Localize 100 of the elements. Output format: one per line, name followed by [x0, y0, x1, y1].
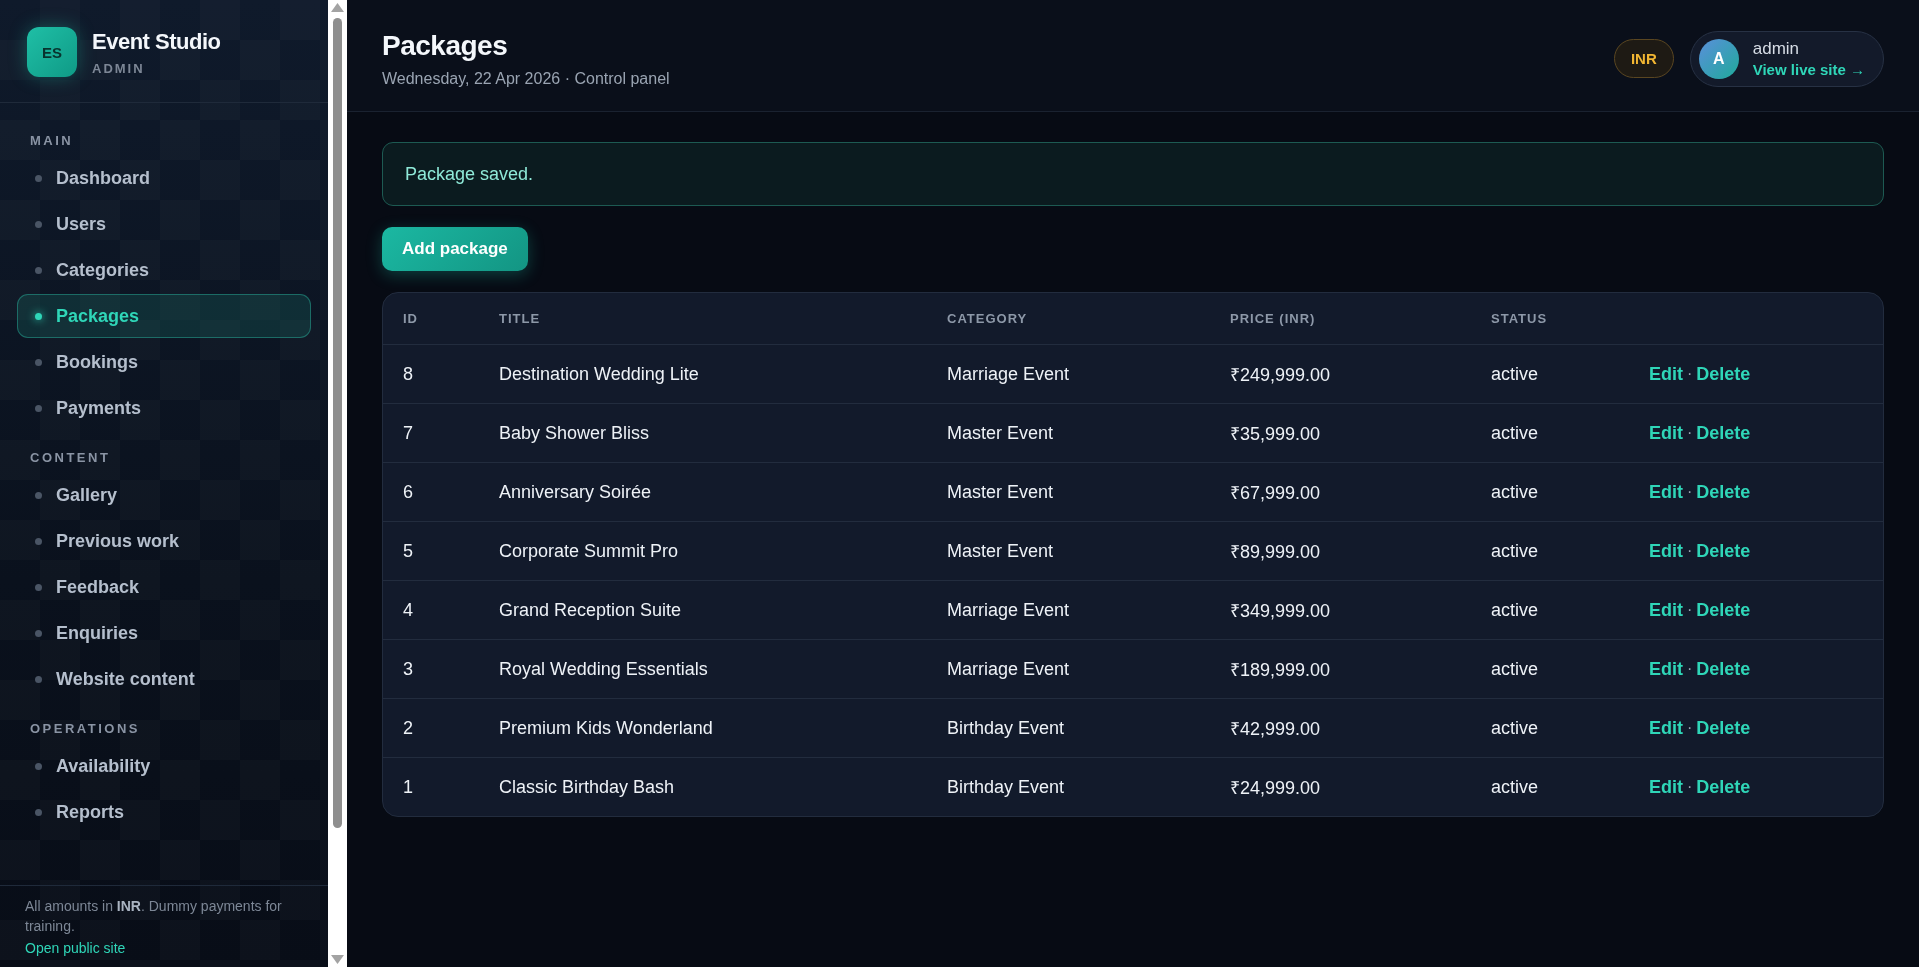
delete-link[interactable]: Delete	[1696, 481, 1751, 503]
table-cell: 2	[383, 699, 479, 758]
nav-item[interactable]: Dashboard	[17, 156, 311, 200]
scroll-down-icon[interactable]	[331, 955, 344, 964]
table-cell: Master Event	[927, 463, 1210, 522]
column-header: CATEGORY	[927, 293, 1210, 345]
nav-item[interactable]: Users	[17, 202, 311, 246]
table-cell: Anniversary Soirée	[479, 463, 927, 522]
delete-link[interactable]: Delete	[1696, 717, 1751, 739]
delete-link[interactable]: Delete	[1696, 776, 1751, 798]
page-title: Packages	[382, 29, 509, 62]
table-cell-text: ₹24,999.00	[1229, 777, 1322, 800]
section-heading: MAIN	[29, 132, 75, 150]
bullet-icon	[35, 358, 42, 366]
section-heading: OPERATIONS	[29, 720, 141, 738]
brand-name: Event Studio	[92, 28, 221, 55]
edit-link[interactable]: Edit	[1649, 422, 1683, 444]
role-label: ADMIN	[92, 60, 146, 76]
bullet-icon	[35, 583, 42, 591]
table-cell: active	[1471, 463, 1637, 522]
table-cell: Royal Wedding Essentials	[479, 640, 927, 699]
nav-item[interactable]: Categories	[17, 248, 311, 292]
table-cell: 4	[383, 581, 479, 640]
scroll-thumb[interactable]	[333, 18, 342, 828]
logo-badge: ES	[27, 27, 77, 77]
success-alert: Package saved.	[382, 142, 1884, 206]
table-cell: Marriage Event	[927, 640, 1210, 699]
avatar: A	[1698, 38, 1739, 79]
table-cell: Master Event	[927, 522, 1210, 581]
page-subtitle: Wednesday, 22 Apr 2026 · Control panel	[382, 69, 670, 88]
column-header: STATUS	[1471, 293, 1637, 345]
separator: ·	[1687, 660, 1693, 678]
table-cell-text: Classic Birthday Bash	[498, 775, 676, 799]
table-cell: 7	[383, 404, 479, 463]
column-header: ID	[383, 293, 479, 345]
bullet-icon	[35, 808, 42, 816]
delete-link[interactable]: Delete	[1696, 658, 1751, 680]
delete-link[interactable]: Delete	[1696, 540, 1751, 562]
separator: ·	[1687, 601, 1693, 619]
table-cell-text: active	[1490, 775, 1540, 799]
edit-link[interactable]: Edit	[1649, 776, 1683, 798]
scroll-up-icon[interactable]	[331, 3, 344, 12]
nav-item[interactable]: Packages	[17, 294, 311, 338]
nav-item[interactable]: Availability	[17, 744, 311, 788]
nav-item[interactable]: Bookings	[17, 340, 311, 384]
separator: ·	[1687, 542, 1693, 560]
edit-link[interactable]: Edit	[1649, 658, 1683, 680]
nav-item[interactable]: Reports	[17, 790, 311, 834]
edit-link[interactable]: Edit	[1649, 481, 1683, 503]
table-cell: ₹42,999.00	[1210, 699, 1471, 758]
bullet-icon	[35, 762, 42, 770]
table-cell: Corporate Summit Pro	[479, 522, 927, 581]
table-cell-text: Birthday Event	[946, 775, 1066, 799]
separator: ·	[1687, 778, 1693, 796]
edit-link[interactable]: Edit	[1649, 540, 1683, 562]
nav-item[interactable]: Website content	[17, 657, 311, 701]
table-cell: ₹189,999.00	[1210, 640, 1471, 699]
table-cell: Birthday Event	[927, 699, 1210, 758]
table-cell: active	[1471, 404, 1637, 463]
footer-note: All amounts in INR. Dummy payments for training.	[25, 897, 283, 936]
live-site-link[interactable]: View live site →	[1752, 61, 1865, 78]
public-site-link[interactable]: Open public site	[25, 940, 126, 956]
table-cell: active	[1471, 345, 1637, 404]
table-cell-text: 1	[402, 775, 414, 799]
section-heading: CONTENT	[29, 449, 112, 467]
table-cell: 3	[383, 640, 479, 699]
bullet-icon	[35, 675, 42, 683]
edit-link[interactable]: Edit	[1649, 363, 1683, 385]
table-cell: active	[1471, 640, 1637, 699]
separator: ·	[1687, 365, 1693, 383]
bullet-icon	[35, 404, 42, 412]
table-cell: Marriage Event	[927, 345, 1210, 404]
table-cell: Marriage Event	[927, 581, 1210, 640]
user-name: admin	[1752, 39, 1801, 59]
edit-link[interactable]: Edit	[1649, 717, 1683, 739]
table-cell: Destination Wedding Lite	[479, 345, 927, 404]
bullet-icon	[35, 537, 42, 545]
bullet-icon	[35, 266, 42, 274]
scrollbar[interactable]	[328, 0, 347, 967]
bullet-icon	[35, 629, 42, 637]
edit-link[interactable]: Edit	[1649, 599, 1683, 621]
table-cell: ₹35,999.00	[1210, 404, 1471, 463]
nav-item[interactable]: Enquiries	[17, 611, 311, 655]
bullet-icon	[35, 312, 42, 320]
table-cell: ₹349,999.00	[1210, 581, 1471, 640]
user-chip[interactable]: A admin View live site →	[1689, 30, 1884, 87]
nav-item[interactable]: Feedback	[17, 565, 311, 609]
separator: ·	[1687, 483, 1693, 501]
table-cell: active	[1471, 699, 1637, 758]
delete-link[interactable]: Delete	[1696, 599, 1751, 621]
delete-link[interactable]: Delete	[1696, 422, 1751, 444]
table-cell: active	[1471, 581, 1637, 640]
nav-item[interactable]: Previous work	[17, 519, 311, 563]
nav-item[interactable]: Gallery	[17, 473, 311, 517]
table-cell: Baby Shower Bliss	[479, 404, 927, 463]
separator: ·	[1687, 719, 1693, 737]
nav-item[interactable]: Payments	[17, 386, 311, 430]
table-cell: Grand Reception Suite	[479, 581, 927, 640]
delete-link[interactable]: Delete	[1696, 363, 1751, 385]
bullet-icon	[35, 491, 42, 499]
